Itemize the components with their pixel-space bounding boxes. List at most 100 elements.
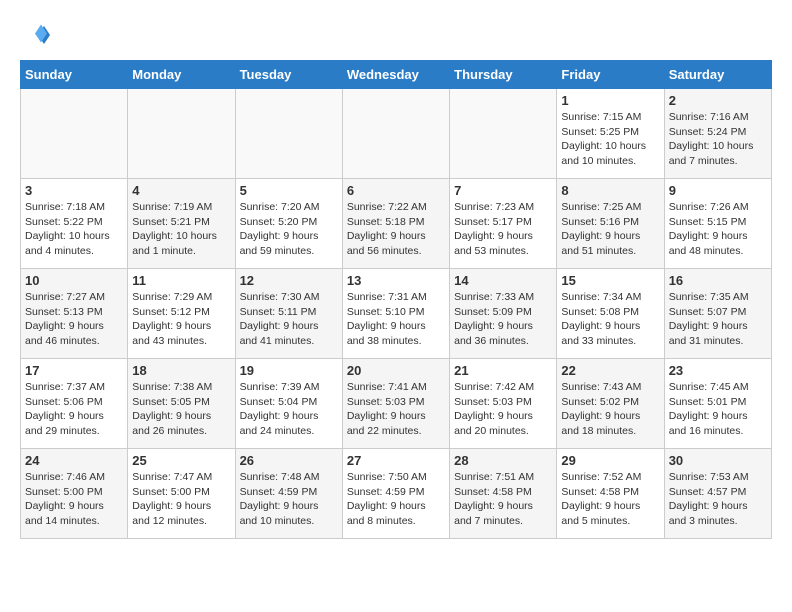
page-header [20, 20, 772, 50]
day-number: 8 [561, 183, 659, 198]
day-info: Sunrise: 7:50 AM Sunset: 4:59 PM Dayligh… [347, 470, 445, 529]
day-number: 22 [561, 363, 659, 378]
day-info: Sunrise: 7:25 AM Sunset: 5:16 PM Dayligh… [561, 200, 659, 259]
day-cell: 13 Sunrise: 7:31 AM Sunset: 5:10 PM Dayli… [342, 269, 449, 359]
day-cell: 1 Sunrise: 7:15 AM Sunset: 5:25 PM Daylig… [557, 89, 664, 179]
day-cell [342, 89, 449, 179]
day-cell: 28Sunrise: 7:51 AM Sunset: 4:58 PM Dayli… [450, 449, 557, 539]
day-number: 7 [454, 183, 552, 198]
day-cell: 16 Sunrise: 7:35 AM Sunset: 5:07 PM Dayli… [664, 269, 771, 359]
day-number: 15 [561, 273, 659, 288]
day-cell [128, 89, 235, 179]
day-cell: 3 Sunrise: 7:18 AM Sunset: 5:22 PM Daylig… [21, 179, 128, 269]
day-info: Sunrise: 7:39 AM Sunset: 5:04 PM Dayligh… [240, 380, 338, 439]
day-info: Sunrise: 7:35 AM Sunset: 5:07 PM Dayligh… [669, 290, 767, 349]
day-info: Sunrise: 7:31 AM Sunset: 5:10 PM Dayligh… [347, 290, 445, 349]
day-info: Sunrise: 7:41 AM Sunset: 5:03 PM Dayligh… [347, 380, 445, 439]
day-info: Sunrise: 7:15 AM Sunset: 5:25 PM Dayligh… [561, 110, 659, 169]
day-header-wednesday: Wednesday [342, 61, 449, 89]
day-cell [450, 89, 557, 179]
day-cell: 24 Sunrise: 7:46 AM Sunset: 5:00 PM Dayli… [21, 449, 128, 539]
day-cell: 17 Sunrise: 7:37 AM Sunset: 5:06 PM Dayli… [21, 359, 128, 449]
day-number: 23 [669, 363, 767, 378]
day-info: Sunrise: 7:26 AM Sunset: 5:15 PM Dayligh… [669, 200, 767, 259]
day-number: 9 [669, 183, 767, 198]
day-cell: 19 Sunrise: 7:39 AM Sunset: 5:04 PM Dayli… [235, 359, 342, 449]
calendar-table: SundayMondayTuesdayWednesdayThursdayFrid… [20, 60, 772, 539]
day-header-sunday: Sunday [21, 61, 128, 89]
day-cell: 5 Sunrise: 7:20 AM Sunset: 5:20 PM Daylig… [235, 179, 342, 269]
day-number: 11 [132, 273, 230, 288]
day-info: Sunrise: 7:18 AM Sunset: 5:22 PM Dayligh… [25, 200, 123, 259]
week-row-3: 10Sunrise: 7:27 AM Sunset: 5:13 PM Dayli… [21, 269, 772, 359]
day-number: 29 [561, 453, 659, 468]
day-cell: 2 Sunrise: 7:16 AM Sunset: 5:24 PM Daylig… [664, 89, 771, 179]
day-number: 12 [240, 273, 338, 288]
day-cell [235, 89, 342, 179]
day-cell: 20 Sunrise: 7:41 AM Sunset: 5:03 PM Dayli… [342, 359, 449, 449]
day-info: Sunrise: 7:53 AM Sunset: 4:57 PM Dayligh… [669, 470, 767, 529]
day-cell: 15 Sunrise: 7:34 AM Sunset: 5:08 PM Dayli… [557, 269, 664, 359]
day-number: 6 [347, 183, 445, 198]
day-cell: 26 Sunrise: 7:48 AM Sunset: 4:59 PM Dayli… [235, 449, 342, 539]
day-cell: 14 Sunrise: 7:33 AM Sunset: 5:09 PM Dayli… [450, 269, 557, 359]
day-info: Sunrise: 7:47 AM Sunset: 5:00 PM Dayligh… [132, 470, 230, 529]
day-info: Sunrise: 7:19 AM Sunset: 5:21 PM Dayligh… [132, 200, 230, 259]
day-cell: 7 Sunrise: 7:23 AM Sunset: 5:17 PM Daylig… [450, 179, 557, 269]
day-cell: 27 Sunrise: 7:50 AM Sunset: 4:59 PM Dayli… [342, 449, 449, 539]
day-number: 30 [669, 453, 767, 468]
day-info: Sunrise: 7:33 AM Sunset: 5:09 PM Dayligh… [454, 290, 552, 349]
day-number: 16 [669, 273, 767, 288]
day-info: Sunrise: 7:34 AM Sunset: 5:08 PM Dayligh… [561, 290, 659, 349]
day-number: 25 [132, 453, 230, 468]
day-cell: 8 Sunrise: 7:25 AM Sunset: 5:16 PM Daylig… [557, 179, 664, 269]
day-number: 27 [347, 453, 445, 468]
day-info: Sunrise: 7:29 AM Sunset: 5:12 PM Dayligh… [132, 290, 230, 349]
day-number: 5 [240, 183, 338, 198]
day-info: Sunrise: 7:37 AM Sunset: 5:06 PM Dayligh… [25, 380, 123, 439]
day-number: 19 [240, 363, 338, 378]
day-number: 1 [561, 93, 659, 108]
day-cell [21, 89, 128, 179]
day-number: 28 [454, 453, 552, 468]
day-cell: 12 Sunrise: 7:30 AM Sunset: 5:11 PM Dayli… [235, 269, 342, 359]
day-number: 3 [25, 183, 123, 198]
day-info: Sunrise: 7:45 AM Sunset: 5:01 PM Dayligh… [669, 380, 767, 439]
day-info: Sunrise: 7:23 AM Sunset: 5:17 PM Dayligh… [454, 200, 552, 259]
day-number: 14 [454, 273, 552, 288]
day-info: Sunrise: 7:20 AM Sunset: 5:20 PM Dayligh… [240, 200, 338, 259]
week-row-4: 17 Sunrise: 7:37 AM Sunset: 5:06 PM Dayli… [21, 359, 772, 449]
day-header-friday: Friday [557, 61, 664, 89]
day-info: Sunrise: 7:42 AM Sunset: 5:03 PM Dayligh… [454, 380, 552, 439]
day-cell: 21 Sunrise: 7:42 AM Sunset: 5:03 PM Dayli… [450, 359, 557, 449]
day-cell: 29Sunrise: 7:52 AM Sunset: 4:58 PM Dayli… [557, 449, 664, 539]
day-number: 26 [240, 453, 338, 468]
day-number: 24 [25, 453, 123, 468]
day-cell: 23 Sunrise: 7:45 AM Sunset: 5:01 PM Dayli… [664, 359, 771, 449]
day-info: Sunrise: 7:22 AM Sunset: 5:18 PM Dayligh… [347, 200, 445, 259]
day-number: 20 [347, 363, 445, 378]
day-header-monday: Monday [128, 61, 235, 89]
days-header-row: SundayMondayTuesdayWednesdayThursdayFrid… [21, 61, 772, 89]
day-header-tuesday: Tuesday [235, 61, 342, 89]
logo [20, 20, 54, 50]
day-info: Sunrise: 7:16 AM Sunset: 5:24 PM Dayligh… [669, 110, 767, 169]
day-number: 21 [454, 363, 552, 378]
week-row-2: 3 Sunrise: 7:18 AM Sunset: 5:22 PM Daylig… [21, 179, 772, 269]
week-row-1: 1 Sunrise: 7:15 AM Sunset: 5:25 PM Daylig… [21, 89, 772, 179]
day-info: Sunrise: 7:30 AM Sunset: 5:11 PM Dayligh… [240, 290, 338, 349]
day-number: 17 [25, 363, 123, 378]
day-info: Sunrise: 7:46 AM Sunset: 5:00 PM Dayligh… [25, 470, 123, 529]
logo-icon [20, 20, 50, 50]
day-info: Sunrise: 7:38 AM Sunset: 5:05 PM Dayligh… [132, 380, 230, 439]
day-number: 2 [669, 93, 767, 108]
day-number: 18 [132, 363, 230, 378]
day-info: Sunrise: 7:48 AM Sunset: 4:59 PM Dayligh… [240, 470, 338, 529]
day-number: 13 [347, 273, 445, 288]
day-cell: 9 Sunrise: 7:26 AM Sunset: 5:15 PM Daylig… [664, 179, 771, 269]
day-header-saturday: Saturday [664, 61, 771, 89]
day-info: Sunrise: 7:43 AM Sunset: 5:02 PM Dayligh… [561, 380, 659, 439]
day-header-thursday: Thursday [450, 61, 557, 89]
day-cell: 6 Sunrise: 7:22 AM Sunset: 5:18 PM Daylig… [342, 179, 449, 269]
day-number: 10 [25, 273, 123, 288]
